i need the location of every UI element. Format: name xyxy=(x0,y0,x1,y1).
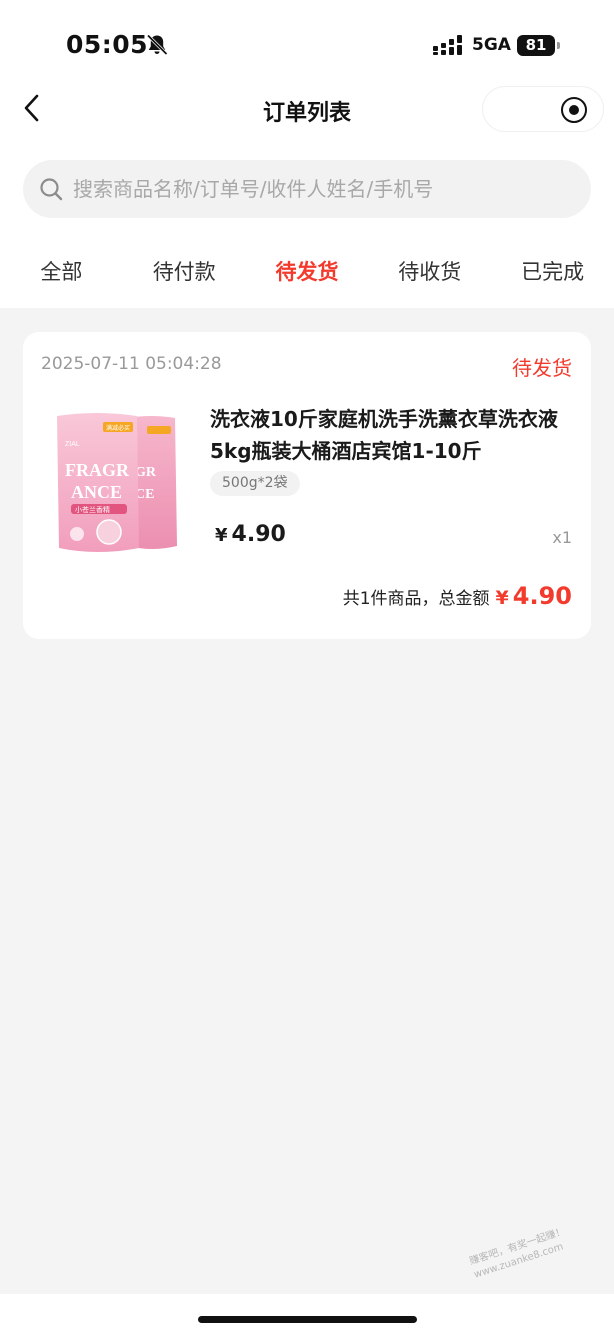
signal-icon xyxy=(433,35,462,55)
total-symbol: ¥ xyxy=(495,587,509,609)
product-image-line2: ANCE xyxy=(71,482,122,502)
product-price: ¥4.90 xyxy=(215,522,286,547)
order-status: 待发货 xyxy=(512,356,572,380)
mini-program-capsule[interactable] xyxy=(482,86,604,132)
total-amount: 4.90 xyxy=(512,582,572,610)
tab-completed[interactable]: 已完成 xyxy=(491,250,614,294)
product-quantity: x1 xyxy=(552,528,572,547)
order-total: 共1件商品，总金额 ¥ 4.90 xyxy=(343,582,572,610)
search-bar[interactable] xyxy=(23,160,591,218)
search-input[interactable] xyxy=(73,172,573,206)
product-image-badge: 满减必买 xyxy=(106,424,130,432)
status-time: 05:05 xyxy=(66,30,149,59)
tab-pending-receipt[interactable]: 待收货 xyxy=(368,250,491,294)
product-image[interactable]: GR CE ZIAL FRAGR ANCE 满减必买 小苍兰香精 xyxy=(51,406,187,556)
target-icon[interactable] xyxy=(561,97,587,123)
price-symbol: ¥ xyxy=(215,525,228,546)
tab-all[interactable]: 全部 xyxy=(0,250,123,294)
tab-pending-payment[interactable]: 待付款 xyxy=(123,250,246,294)
battery-level: 81 xyxy=(517,35,555,56)
product-title[interactable]: 洗衣液10斤家庭机洗手洗薰衣草洗衣液5kg瓶装大桶酒店宾馆1-10斤 xyxy=(210,403,570,467)
product-image-subtitle: 小苍兰香精 xyxy=(75,505,110,514)
order-tabs: 全部 待付款 待发货 待收货 已完成 xyxy=(0,250,614,294)
battery-icon: 81 xyxy=(517,35,561,56)
battery-nub xyxy=(557,42,560,49)
total-label: 共1件商品，总金额 xyxy=(342,589,490,609)
product-image-brand: ZIAL xyxy=(65,441,80,448)
bell-mute-icon xyxy=(146,34,168,56)
tab-pending-shipment[interactable]: 待发货 xyxy=(246,250,369,294)
bottom-safe-area xyxy=(0,1294,614,1334)
svg-text:GR: GR xyxy=(135,465,157,480)
order-time: 2025-07-11 05:04:28 xyxy=(41,354,222,374)
product-sku: 500g*2袋 xyxy=(210,471,300,496)
product-image-line1: FRAGR xyxy=(65,460,130,480)
home-indicator[interactable] xyxy=(198,1316,417,1323)
network-type: 5GA xyxy=(472,35,511,55)
order-card[interactable]: 2025-07-11 05:04:28 待发货 GR CE ZIAL FRAGR… xyxy=(23,332,591,639)
price-value: 4.90 xyxy=(231,522,286,547)
search-icon xyxy=(40,178,63,201)
